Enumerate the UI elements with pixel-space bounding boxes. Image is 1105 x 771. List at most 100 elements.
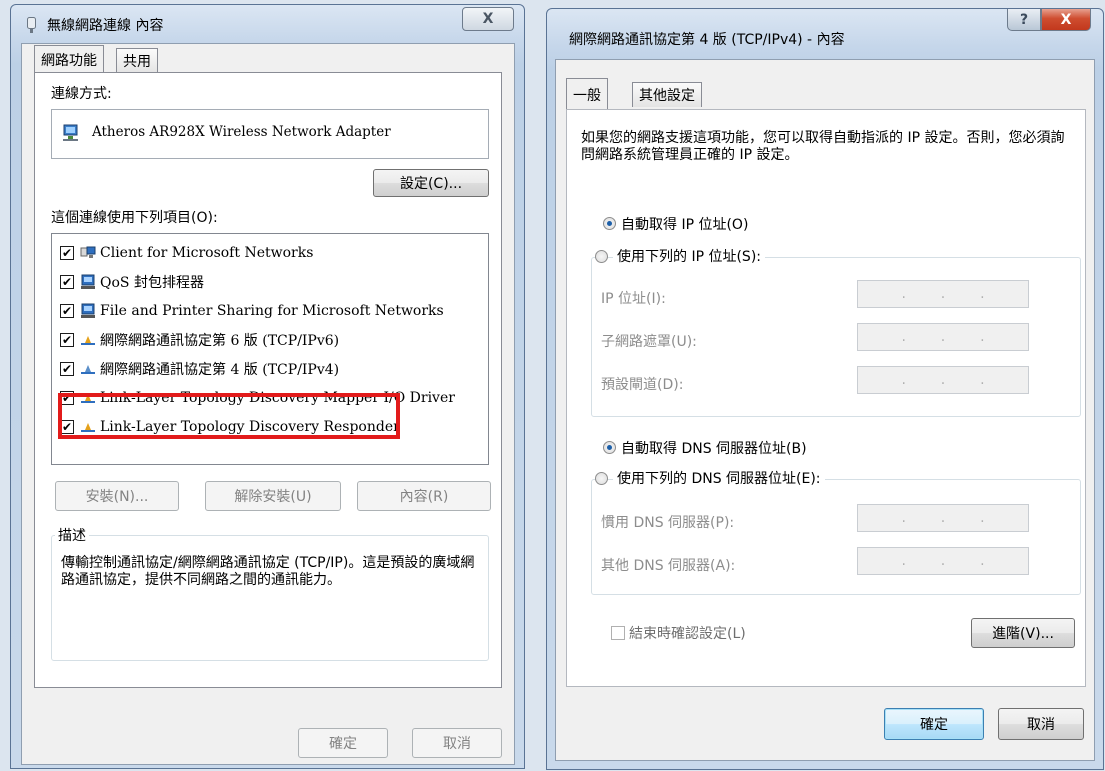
- title-bar: 無線網路連線 內容: [11, 5, 524, 43]
- ok-button-label: 確定: [329, 736, 357, 752]
- ip-dot: .: [980, 329, 985, 345]
- tab-sharing[interactable]: 共用: [116, 48, 158, 73]
- alternate-dns-label: 其他 DNS 伺服器(A):: [601, 558, 736, 574]
- subnet-mask-label: 子網路遮罩(U):: [601, 334, 697, 350]
- close-icon: X: [1060, 11, 1072, 28]
- ip-address-label: IP 位址(I):: [601, 291, 666, 307]
- manual-ip-label: 使用下列的 IP 位址(S):: [613, 246, 765, 266]
- tab-panel-networking: 連線方式: Atheros AR928X Wireless Network Ad…: [34, 72, 502, 688]
- ip-dot: .: [940, 286, 946, 302]
- checkbox[interactable]: ✔: [60, 362, 74, 376]
- ip-dot: .: [980, 286, 985, 302]
- ip-address-field[interactable]: ...: [857, 280, 1029, 308]
- list-item[interactable]: ✔ 網際網路通訊協定第 6 版 (TCP/IPv6): [52, 329, 488, 351]
- tab-networking-label: 網路功能: [41, 52, 97, 69]
- checkbox[interactable]: ✔: [60, 275, 74, 289]
- description-title: 描述: [55, 525, 89, 545]
- auto-ip-radio[interactable]: [603, 217, 616, 230]
- tab-alternate-config[interactable]: 其他設定: [632, 82, 702, 107]
- ok-button[interactable]: 確定: [298, 728, 388, 758]
- list-item-label: File and Printer Sharing for Microsoft N…: [100, 303, 444, 319]
- cancel-button-label: 取消: [1027, 717, 1055, 733]
- manual-dns-radio[interactable]: [595, 472, 608, 485]
- default-gateway-field[interactable]: ...: [857, 366, 1029, 394]
- adapter-name: Atheros AR928X Wireless Network Adapter: [92, 124, 391, 140]
- description-group: [51, 535, 489, 661]
- properties-button[interactable]: 內容(R): [357, 481, 491, 511]
- ip-dot: .: [940, 372, 946, 388]
- auto-dns-radio[interactable]: [603, 441, 616, 454]
- install-button[interactable]: 安裝(N)...: [55, 481, 179, 511]
- list-item-label: 網際網路通訊協定第 6 版 (TCP/IPv6): [100, 333, 340, 349]
- alternate-dns-field[interactable]: ...: [857, 547, 1029, 575]
- list-item-label: Client for Microsoft Networks: [100, 245, 314, 261]
- adapter-icon: [62, 124, 80, 142]
- dialog-client: 一般 其他設定 如果您的網路支援這項功能，您可以取得自動指派的 IP 設定。否則…: [555, 59, 1095, 761]
- items-label: 這個連線使用下列項目(O):: [51, 210, 218, 226]
- qos-scheduler-icon: [80, 274, 96, 290]
- list-item-label: 網際網路通訊協定第 4 版 (TCP/IPv4): [100, 362, 340, 378]
- preferred-dns-field[interactable]: ...: [857, 504, 1029, 532]
- uninstall-button-label: 解除安裝(U): [234, 489, 312, 505]
- list-item-selected[interactable]: ✔ 網際網路通訊協定第 4 版 (TCP/IPv4): [52, 358, 488, 380]
- manual-ip-radio[interactable]: [595, 250, 608, 263]
- validate-checkbox[interactable]: [611, 626, 625, 640]
- ip-dot: .: [940, 329, 946, 345]
- ok-button-label: 確定: [920, 717, 948, 733]
- intro-text: 如果您的網路支援這項功能，您可以取得自動指派的 IP 設定。否則，您必須詢問網路…: [581, 130, 1065, 163]
- install-button-label: 安裝(N)...: [85, 489, 149, 505]
- checkbox[interactable]: ✔: [60, 246, 74, 260]
- ip-dot: .: [901, 372, 906, 388]
- help-button[interactable]: ?: [1007, 9, 1041, 31]
- uninstall-button[interactable]: 解除安裝(U): [205, 481, 341, 511]
- tab-general[interactable]: 一般: [566, 78, 608, 110]
- cancel-button[interactable]: 取消: [998, 708, 1084, 740]
- tab-networking[interactable]: 網路功能: [34, 45, 104, 73]
- auto-dns-label: 自動取得 DNS 伺服器位址(B): [621, 441, 807, 457]
- validate-label: 結束時確認設定(L): [629, 626, 746, 642]
- checkbox[interactable]: ✔: [60, 333, 74, 347]
- close-button[interactable]: X: [462, 7, 514, 31]
- tab-general-label: 一般: [573, 87, 601, 104]
- protocol-icon: [80, 361, 96, 377]
- list-item[interactable]: ✔ Client for Microsoft Networks: [52, 242, 488, 264]
- ip-dot: .: [901, 329, 906, 345]
- cancel-button-label: 取消: [443, 736, 471, 752]
- close-button[interactable]: X: [1041, 9, 1091, 31]
- ip-dot: .: [940, 553, 946, 569]
- ip-dot: .: [901, 286, 906, 302]
- network-adapter-icon: [27, 17, 36, 33]
- ip-dot: .: [980, 510, 985, 526]
- connect-using-label: 連線方式:: [51, 86, 112, 102]
- list-item-label: QoS 封包排程器: [100, 275, 204, 291]
- ok-button[interactable]: 確定: [884, 708, 984, 740]
- ip-dot: .: [901, 553, 906, 569]
- ip-dot: .: [980, 553, 985, 569]
- configure-button-label: 設定(C)...: [399, 176, 463, 192]
- tab-sharing-label: 共用: [123, 54, 151, 70]
- ipv4-properties-window: 網際網路通訊協定第 4 版 (TCP/IPv4) - 內容 ? X 一般 其他設…: [546, 8, 1104, 770]
- ipv4-highlight-box: [58, 393, 400, 439]
- properties-button-label: 內容(R): [399, 489, 449, 505]
- adapter-box: Atheros AR928X Wireless Network Adapter: [51, 109, 489, 159]
- window-title: 無線網路連線 內容: [47, 18, 164, 34]
- list-item[interactable]: ✔ QoS 封包排程器: [52, 271, 488, 293]
- checkbox[interactable]: ✔: [60, 304, 74, 318]
- description-text: 傳輸控制通訊協定/網際網路通訊協定 (TCP/IP)。這是預設的廣域網路通訊協定…: [61, 555, 475, 588]
- ip-dot: .: [980, 372, 985, 388]
- advanced-button-label: 進階(V)...: [992, 626, 1054, 642]
- list-item[interactable]: ✔ File and Printer Sharing for Microsoft…: [52, 300, 488, 322]
- file-printer-sharing-icon: [80, 303, 96, 319]
- advanced-button[interactable]: 進階(V)...: [971, 618, 1075, 648]
- cancel-button[interactable]: 取消: [412, 728, 502, 758]
- close-icon: X: [482, 11, 494, 27]
- manual-dns-label: 使用下列的 DNS 伺服器位址(E):: [613, 468, 825, 488]
- subnet-mask-field[interactable]: ...: [857, 323, 1029, 351]
- configure-button[interactable]: 設定(C)...: [373, 169, 489, 197]
- window-title: 網際網路通訊協定第 4 版 (TCP/IPv4) - 內容: [569, 32, 845, 48]
- default-gateway-label: 預設閘道(D):: [601, 377, 684, 393]
- network-client-icon: [80, 245, 96, 261]
- connection-properties-window: 無線網路連線 內容 X 網路功能 共用 連線方式: Atheros AR928X…: [10, 4, 525, 769]
- tab-panel-general: 如果您的網路支援這項功能，您可以取得自動指派的 IP 設定。否則，您必須詢問網路…: [566, 109, 1086, 687]
- ip-dot: .: [901, 510, 906, 526]
